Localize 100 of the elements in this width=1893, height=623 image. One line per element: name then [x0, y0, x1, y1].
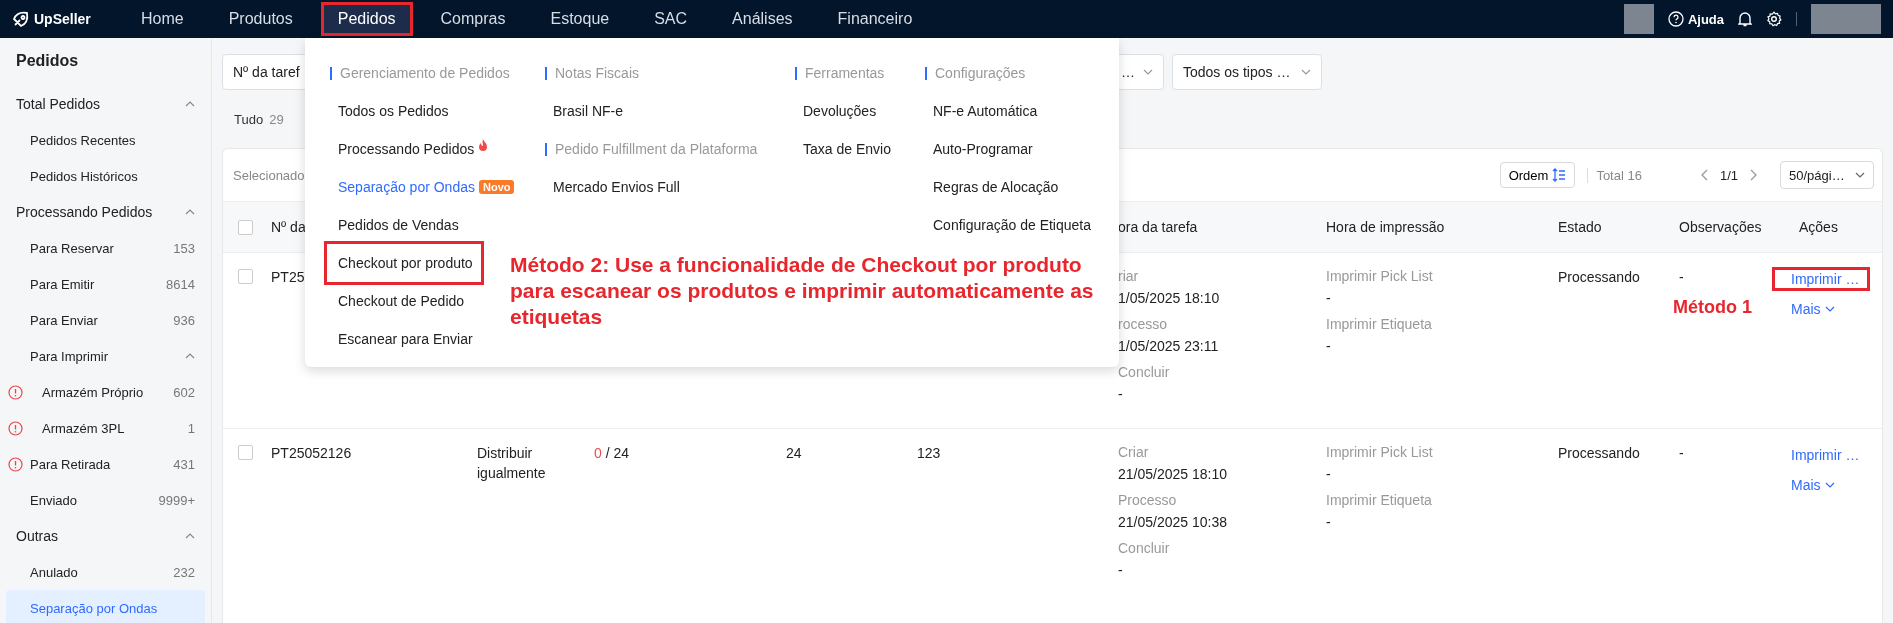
print-label: Imprimir Pick List — [1326, 267, 1433, 285]
column-header: Ações — [1799, 219, 1838, 235]
nav-tab[interactable]: Home — [124, 2, 201, 36]
status-text: Processando — [1558, 268, 1641, 287]
nav-tab[interactable]: SAC — [637, 2, 705, 36]
print-link[interactable]: Imprimir … — [1772, 267, 1871, 291]
chevron-icon — [1301, 69, 1311, 75]
time-label: rocesso — [1118, 315, 1168, 333]
time-label: Processo — [1118, 491, 1177, 509]
previous-page-icon[interactable] — [1699, 169, 1708, 181]
menu-item[interactable]: Checkout de Pedido — [330, 282, 476, 320]
sidebar-item[interactable]: Para Imprimir — [0, 338, 211, 374]
menu-heading: Configurações — [925, 54, 1102, 92]
time-value: 21/05/2025 10:38 — [1118, 513, 1227, 531]
menu-item[interactable]: Configuração de Etiqueta — [925, 206, 1102, 244]
sidebar-item[interactable]: Armazém 3PL 1 — [0, 410, 211, 446]
checkbox[interactable] — [238, 445, 253, 460]
chevron-icon — [185, 353, 195, 359]
chevron-icon — [1143, 69, 1153, 75]
chevron-icon — [1855, 172, 1865, 178]
order-button[interactable]: Ordem — [1499, 162, 1576, 188]
nav-tab[interactable]: Análises — [715, 2, 810, 36]
time-value: 1/05/2025 18:10 — [1118, 289, 1220, 307]
table-cell-text: Distribuir igualmente — [477, 444, 547, 483]
sidebar-item[interactable]: Pedidos Recentes — [0, 122, 211, 158]
menu-item[interactable]: Separação por Ondas Novo — [330, 168, 526, 206]
sidebar-item[interactable]: Para Reservar 153 — [0, 230, 211, 266]
print-label: Imprimir Pick List — [1326, 443, 1433, 461]
status-tab[interactable]: Tudo 29 — [234, 111, 284, 127]
chevron-icon — [1824, 482, 1835, 488]
nav-tab[interactable]: Produtos — [211, 2, 310, 36]
checkbox[interactable] — [238, 219, 253, 235]
menu-item[interactable]: Escanear para Enviar — [330, 320, 484, 358]
sidebar-group[interactable]: Total Pedidos — [0, 86, 211, 122]
table-cell-text: PT25 — [271, 268, 306, 287]
sidebar-item[interactable]: Para Retirada 431 — [0, 446, 211, 482]
avatar-placeholder[interactable] — [1623, 4, 1654, 34]
chevron-icon — [185, 533, 195, 539]
annotation-text: Método 2: Use a funcionalidade de Checkout por produto para escanear os produtos e imprimir automaticamente as etiquetas — [510, 252, 1095, 330]
logo-text: UpSeller — [34, 11, 91, 27]
menu-item[interactable]: Taxa de Envio — [795, 130, 902, 168]
table-cell-text: 0 / 24 — [594, 444, 631, 463]
time-label: Concluir — [1118, 539, 1170, 557]
menu-item[interactable]: Auto-Programar — [925, 130, 1044, 168]
menu-item[interactable]: Mercado Envios Full — [545, 168, 691, 206]
print-link[interactable]: Imprimir … — [1772, 443, 1871, 467]
table-cell-text: 123 — [917, 444, 942, 463]
menu-item[interactable]: Regras de Alocação — [925, 168, 1070, 206]
table-cell-text: PT25052126 — [271, 444, 353, 463]
sidebar-item[interactable]: Pedidos Históricos — [0, 158, 211, 194]
sidebar-title: Pedidos — [15, 51, 80, 71]
print-label: Imprimir Etiqueta — [1326, 491, 1432, 509]
menu-item[interactable]: Devoluções — [795, 92, 888, 130]
time-label: Criar — [1118, 443, 1149, 461]
menu-item[interactable]: Pedidos de Vendas — [330, 206, 470, 244]
menu-item[interactable]: Processando Pedidos — [330, 130, 500, 168]
menu-item[interactable]: Todos os Pedidos — [330, 92, 460, 130]
next-page-icon[interactable] — [1750, 169, 1758, 181]
column-header: Observações — [1679, 219, 1762, 235]
more-dropdown[interactable]: Mais — [1772, 473, 1846, 497]
sort-icon — [1552, 168, 1567, 182]
column-header: ora da tarefa — [1118, 219, 1198, 235]
page-size-select[interactable]: 50/pági… — [1780, 161, 1874, 189]
selected-label: Selecionado — [233, 167, 305, 183]
sidebar-item[interactable]: Armazém Próprio 602 — [0, 374, 211, 410]
sidebar-group[interactable]: Processando Pedidos — [0, 194, 211, 230]
time-value: 1/05/2025 23:11 — [1118, 337, 1219, 355]
more-dropdown[interactable]: Mais — [1772, 297, 1846, 321]
menu-item[interactable]: NF-e Automática — [925, 92, 1049, 130]
print-label: Imprimir Etiqueta — [1326, 315, 1432, 333]
sidebar-item[interactable]: Para Enviar 936 — [0, 302, 211, 338]
table-cell-text: 24 — [786, 444, 803, 463]
menu-heading: Ferramentas — [795, 54, 925, 92]
bell-icon[interactable] — [1738, 11, 1752, 27]
nav-tab[interactable]: Pedidos — [320, 2, 413, 36]
total-count: Total 16 — [1587, 167, 1642, 183]
time-value: - — [1118, 385, 1123, 403]
nav-tab[interactable]: Estoque — [533, 2, 627, 36]
menu-item[interactable]: Checkout por produto — [324, 241, 484, 285]
table-cell-text: - — [1679, 268, 1684, 287]
help-button[interactable]: Ajuda — [1667, 11, 1724, 27]
sidebar-item[interactable]: Para Emitir 8614 — [0, 266, 211, 302]
chevron-icon — [185, 209, 195, 215]
menu-heading: Notas Fiscais — [545, 54, 795, 92]
sidebar-group[interactable]: Outras — [0, 518, 211, 554]
sidebar-item[interactable]: Enviado 9999+ — [0, 482, 211, 518]
checkbox[interactable] — [238, 269, 253, 284]
chevron-icon — [1824, 306, 1835, 312]
print-value: - — [1326, 465, 1331, 483]
column-header: Hora de impressão — [1326, 219, 1445, 235]
help-icon — [1667, 11, 1684, 27]
menu-heading: Gerenciamento de Pedidos — [330, 54, 545, 92]
time-label: riar — [1118, 267, 1139, 285]
sidebar-item[interactable]: Anulado 232 — [0, 554, 211, 590]
sidebar-item[interactable]: Separação por Ondas — [6, 590, 205, 623]
nav-tab[interactable]: Compras — [423, 2, 523, 36]
nav-tab[interactable]: Financeiro — [820, 2, 930, 36]
menu-item[interactable]: Brasil NF-e — [545, 92, 634, 130]
settings-icon[interactable] — [1766, 11, 1782, 27]
filter-select[interactable]: Todos os tipos … — [1172, 54, 1322, 90]
